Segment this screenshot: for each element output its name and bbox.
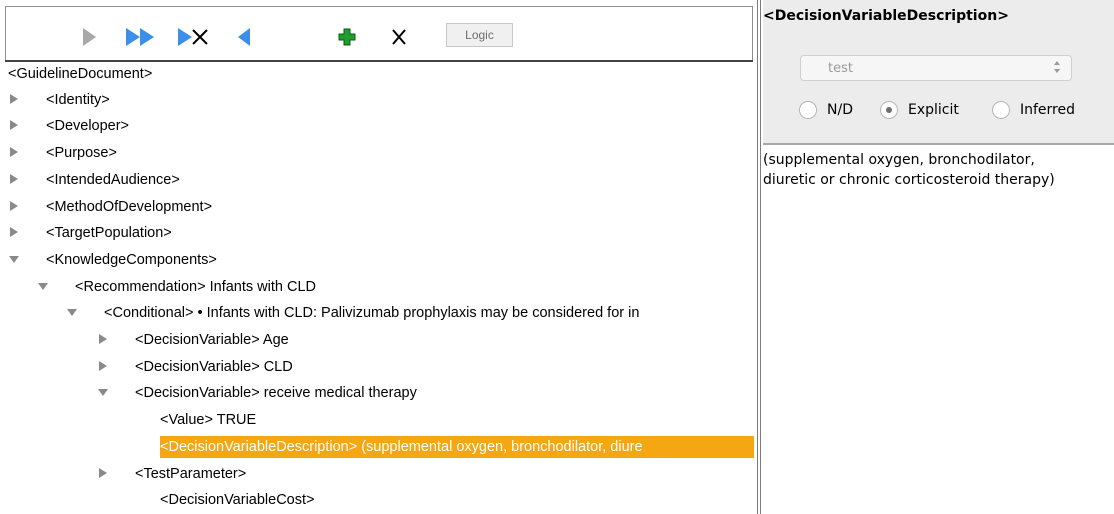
collapsed-arrow-icon[interactable] <box>8 119 24 135</box>
collapsed-arrow-icon[interactable] <box>8 226 24 242</box>
tree-item-label: <KnowledgeComponents> <box>46 251 217 268</box>
tree-item[interactable]: <Purpose> <box>0 141 754 167</box>
toolbar: Logic <box>5 6 753 61</box>
radio-option[interactable]: N/D <box>799 101 853 119</box>
detail-pane: <DecisionVariableDescription> test N/D Ex… <box>763 0 1114 514</box>
tree-pane: Logic <GuidelineDocument> <Identity> <Dev… <box>0 0 755 514</box>
collapsed-arrow-icon[interactable] <box>97 467 113 483</box>
description-text-area[interactable]: (supplemental oxygen, bronchodilator, di… <box>763 146 1114 514</box>
collapsed-arrow-icon[interactable] <box>8 146 24 162</box>
tree-item-label: <MethodOfDevelopment> <box>46 198 213 215</box>
radio-option[interactable]: Inferred <box>992 101 1075 119</box>
add-icon[interactable] <box>336 22 358 52</box>
tree-item-label: <Conditional> • Infants with CLD: Palivi… <box>104 305 640 322</box>
logic-button[interactable]: Logic <box>446 23 513 47</box>
back-icon[interactable] <box>234 22 254 52</box>
description-line: diuretic or chronic corticosteroid thera… <box>763 172 1055 188</box>
radio-label: N/D <box>827 102 853 118</box>
tree-item-label: <Purpose> <box>46 145 117 162</box>
collapsed-arrow-icon[interactable] <box>8 200 24 216</box>
value-select-label: test <box>828 60 853 76</box>
tree-item[interactable]: <KnowledgeComponents> <box>0 248 754 274</box>
tree-item[interactable]: <Recommendation> Infants with CLD <box>0 275 754 301</box>
tree-item-label: <DecisionVariable> receive medical thera… <box>135 385 417 402</box>
radio-label: Explicit <box>908 102 959 118</box>
tree-item[interactable]: <DecisionVariableDescription> (supplemen… <box>0 435 754 461</box>
collapsed-arrow-icon[interactable] <box>97 333 113 349</box>
tree-item[interactable]: <DecisionVariable> Age <box>0 328 754 354</box>
tree-item-label: <IntendedAudience> <box>46 171 180 188</box>
expanded-arrow-icon[interactable] <box>97 386 113 402</box>
tree-item[interactable]: <TargetPopulation> <box>0 221 754 247</box>
radio-label: Inferred <box>1020 102 1076 118</box>
tree-root-label: <GuidelineDocument> <box>8 66 153 82</box>
detail-title: <DecisionVariableDescription> <box>763 8 1009 24</box>
splitter[interactable] <box>755 0 763 514</box>
description-line: (supplemental oxygen, bronchodilator, <box>763 152 1035 168</box>
collapsed-arrow-icon[interactable] <box>8 93 24 109</box>
play-icon[interactable] <box>78 22 100 52</box>
tree-item[interactable]: <TestParameter> <box>0 462 754 488</box>
tree-item-label: <DecisionVariableCost> <box>160 492 315 509</box>
value-select[interactable]: test <box>800 55 1072 81</box>
tree-item-label: <Developer> <box>46 118 130 135</box>
detail-header: <DecisionVariableDescription> test N/D Ex… <box>763 0 1114 143</box>
expanded-arrow-icon[interactable] <box>66 306 82 322</box>
delete-icon[interactable] <box>388 22 410 52</box>
tree-item[interactable]: <DecisionVariable> CLD <box>0 355 754 381</box>
tree-item-label: <DecisionVariableDescription> (supplemen… <box>160 435 754 458</box>
tree-item-label: <DecisionVariable> CLD <box>135 358 293 375</box>
tree-item-label: <Recommendation> Infants with CLD <box>75 278 316 295</box>
tree-item[interactable]: <IntendedAudience> <box>0 168 754 194</box>
tree-item-label: <Identity> <box>46 91 110 108</box>
tree-item[interactable]: <DecisionVariable> receive medical thera… <box>0 381 754 407</box>
tree-root[interactable]: <GuidelineDocument> <box>8 61 152 87</box>
expanded-arrow-icon[interactable] <box>8 253 24 269</box>
fast-forward-icon[interactable] <box>123 22 159 52</box>
collapsed-arrow-icon[interactable] <box>97 360 113 376</box>
chevron-updown-icon <box>1053 60 1061 78</box>
skip-delete-icon[interactable] <box>176 22 214 52</box>
expanded-arrow-icon[interactable] <box>37 280 53 296</box>
tree-item[interactable]: <MethodOfDevelopment> <box>0 195 754 221</box>
tree-item-label: <DecisionVariable> Age <box>135 332 289 348</box>
tree-item-label: <TestParameter> <box>135 465 247 482</box>
tree-item[interactable]: <Identity> <box>0 88 754 114</box>
tree-item[interactable]: <Conditional> • Infants with CLD: Palivi… <box>0 301 754 327</box>
collapsed-arrow-icon[interactable] <box>8 173 24 189</box>
tree-item-label: <Value> TRUE <box>160 412 257 429</box>
radio-checked-icon[interactable] <box>880 101 898 119</box>
radio-option[interactable]: Explicit <box>880 101 959 119</box>
tree-item[interactable]: <DecisionVariableCost> <box>0 488 754 514</box>
tree-item-label: <TargetPopulation> <box>46 225 172 242</box>
detail-divider <box>763 143 1114 145</box>
radio-unchecked-icon[interactable] <box>799 101 817 119</box>
tree-item[interactable]: <Developer> <box>0 114 754 140</box>
tree-item[interactable]: <Value> TRUE <box>0 408 754 434</box>
radio-unchecked-icon[interactable] <box>992 101 1010 119</box>
